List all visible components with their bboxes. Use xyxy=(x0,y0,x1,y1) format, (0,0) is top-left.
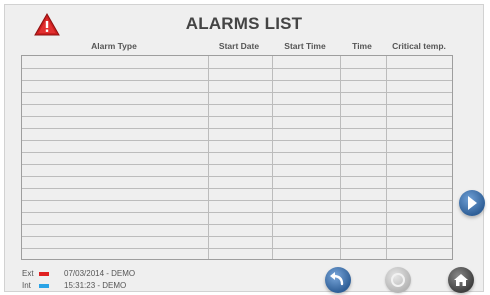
legend-int-label: Int xyxy=(22,281,31,290)
table-row xyxy=(22,248,452,249)
table-row xyxy=(22,104,452,105)
table-row xyxy=(22,188,452,189)
table-row xyxy=(22,200,452,201)
ext-color-swatch xyxy=(39,272,49,276)
alarms-screen: ALARMS LIST Alarm Type Start Date Start … xyxy=(4,4,485,293)
column-divider xyxy=(340,56,341,259)
disabled-button[interactable] xyxy=(385,267,411,293)
arrow-right-icon xyxy=(468,196,477,210)
column-divider xyxy=(208,56,209,259)
table-row xyxy=(22,68,452,69)
legend-int-value: 15:31:23 - DEMO xyxy=(64,281,127,290)
table-row xyxy=(22,164,452,165)
back-button[interactable] xyxy=(325,267,351,293)
table-row xyxy=(22,128,452,129)
table-row xyxy=(22,212,452,213)
back-arrow-icon xyxy=(330,272,344,286)
int-color-swatch xyxy=(39,284,49,288)
table-row xyxy=(22,140,452,141)
table-row xyxy=(22,152,452,153)
legend-ext-label: Ext xyxy=(22,269,34,278)
table-row xyxy=(22,236,452,237)
home-icon xyxy=(454,274,468,286)
table-row xyxy=(22,224,452,225)
column-divider xyxy=(386,56,387,259)
column-header-time: Time xyxy=(352,41,372,51)
page-title: ALARMS LIST xyxy=(185,14,303,33)
column-header-start-time: Start Time xyxy=(284,41,326,51)
table-row xyxy=(22,176,452,177)
next-page-button[interactable] xyxy=(459,190,485,216)
table-row xyxy=(22,80,452,81)
alarms-table[interactable] xyxy=(21,55,453,260)
column-header-alarm-type: Alarm Type xyxy=(91,41,137,51)
column-header-start-date: Start Date xyxy=(218,41,260,51)
column-header-critical-temp: Critical temp. xyxy=(392,41,446,51)
legend-ext-value: 07/03/2014 - DEMO xyxy=(64,269,136,278)
column-divider xyxy=(272,56,273,259)
home-button[interactable] xyxy=(448,267,474,293)
disabled-icon xyxy=(391,273,405,287)
table-row xyxy=(22,92,452,93)
table-row xyxy=(22,116,452,117)
